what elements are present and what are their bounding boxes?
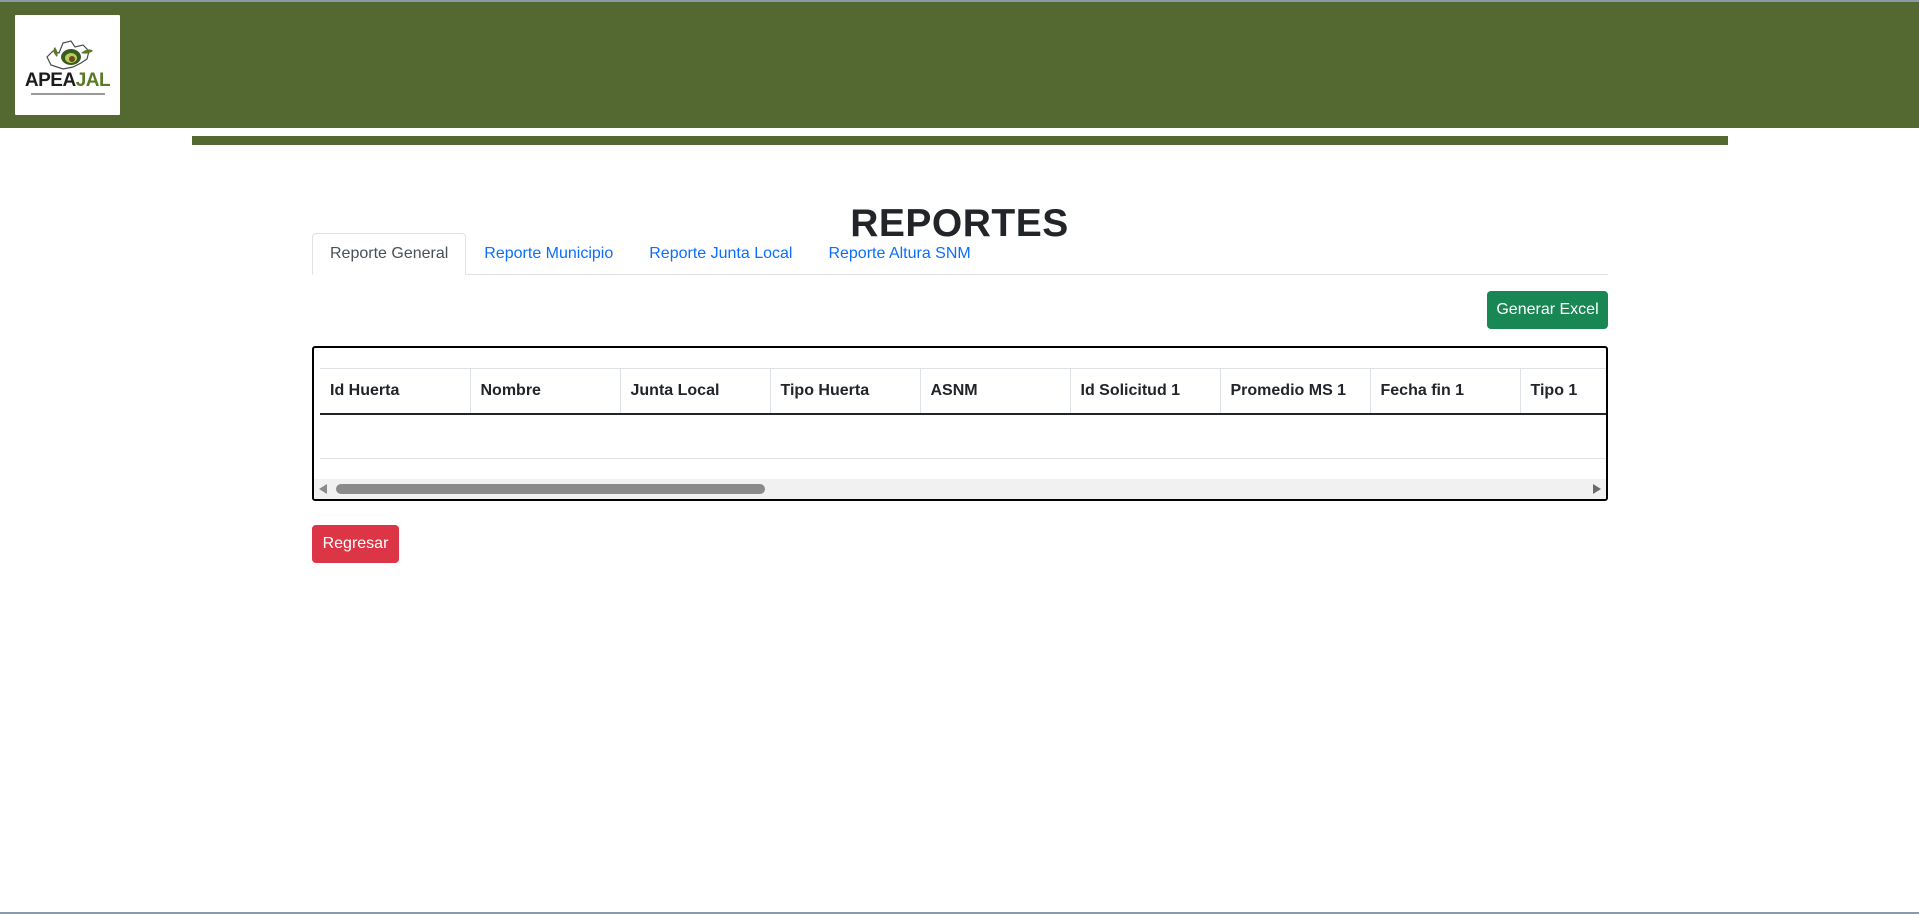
column-header-id-huerta[interactable]: Id Huerta bbox=[320, 368, 471, 415]
generate-excel-button[interactable]: Generar Excel bbox=[1487, 291, 1608, 329]
column-header-fecha-fin-1[interactable]: Fecha fin 1 bbox=[1370, 368, 1521, 415]
scrollbar-thumb[interactable] bbox=[336, 484, 765, 494]
logo-wordmark-primary: APEA bbox=[24, 70, 76, 91]
report-tabs: Reporte General Reporte Municipio Report… bbox=[312, 233, 1608, 275]
logo-tagline-line bbox=[30, 93, 105, 95]
site-header: APEAJAL bbox=[0, 2, 1919, 128]
table-empty-row bbox=[320, 413, 1606, 459]
tab-reporte-altura-snm[interactable]: Reporte Altura SNM bbox=[810, 233, 988, 275]
table-header-row: Id Huerta Nombre Junta Local Tipo Huerta… bbox=[320, 368, 1606, 415]
arrow-left-icon[interactable] bbox=[319, 484, 327, 494]
column-header-id-solicitud-1[interactable]: Id Solicitud 1 bbox=[1070, 368, 1221, 415]
column-header-asnm[interactable]: ASNM bbox=[920, 368, 1071, 415]
column-header-junta-local[interactable]: Junta Local bbox=[620, 368, 771, 415]
apeajal-logo[interactable]: APEAJAL bbox=[15, 15, 120, 115]
header-divider-bar bbox=[192, 136, 1728, 145]
report-table: Id Huerta Nombre Junta Local Tipo Huerta… bbox=[320, 368, 1606, 459]
column-header-nombre[interactable]: Nombre bbox=[470, 368, 621, 415]
table-empty-cell bbox=[320, 413, 1606, 459]
avocado-map-logo-icon bbox=[45, 40, 93, 70]
tab-reporte-municipio[interactable]: Reporte Municipio bbox=[466, 233, 631, 275]
horizontal-scrollbar[interactable] bbox=[314, 479, 1606, 499]
tab-reporte-junta-local[interactable]: Reporte Junta Local bbox=[631, 233, 810, 275]
tab-reporte-general[interactable]: Reporte General bbox=[312, 233, 467, 275]
arrow-right-icon[interactable] bbox=[1593, 484, 1601, 494]
logo-wordmark-accent: JAL bbox=[75, 70, 111, 91]
report-table-container: Id Huerta Nombre Junta Local Tipo Huerta… bbox=[312, 346, 1608, 501]
column-header-tipo-huerta[interactable]: Tipo Huerta bbox=[770, 368, 921, 415]
back-button[interactable]: Regresar bbox=[312, 525, 399, 563]
column-header-promedio-ms-1[interactable]: Promedio MS 1 bbox=[1220, 368, 1371, 415]
report-table-scroll-area[interactable]: Id Huerta Nombre Junta Local Tipo Huerta… bbox=[320, 368, 1606, 459]
column-header-tipo-1[interactable]: Tipo 1 bbox=[1520, 368, 1606, 415]
logo-wordmark: APEAJAL bbox=[24, 70, 111, 91]
